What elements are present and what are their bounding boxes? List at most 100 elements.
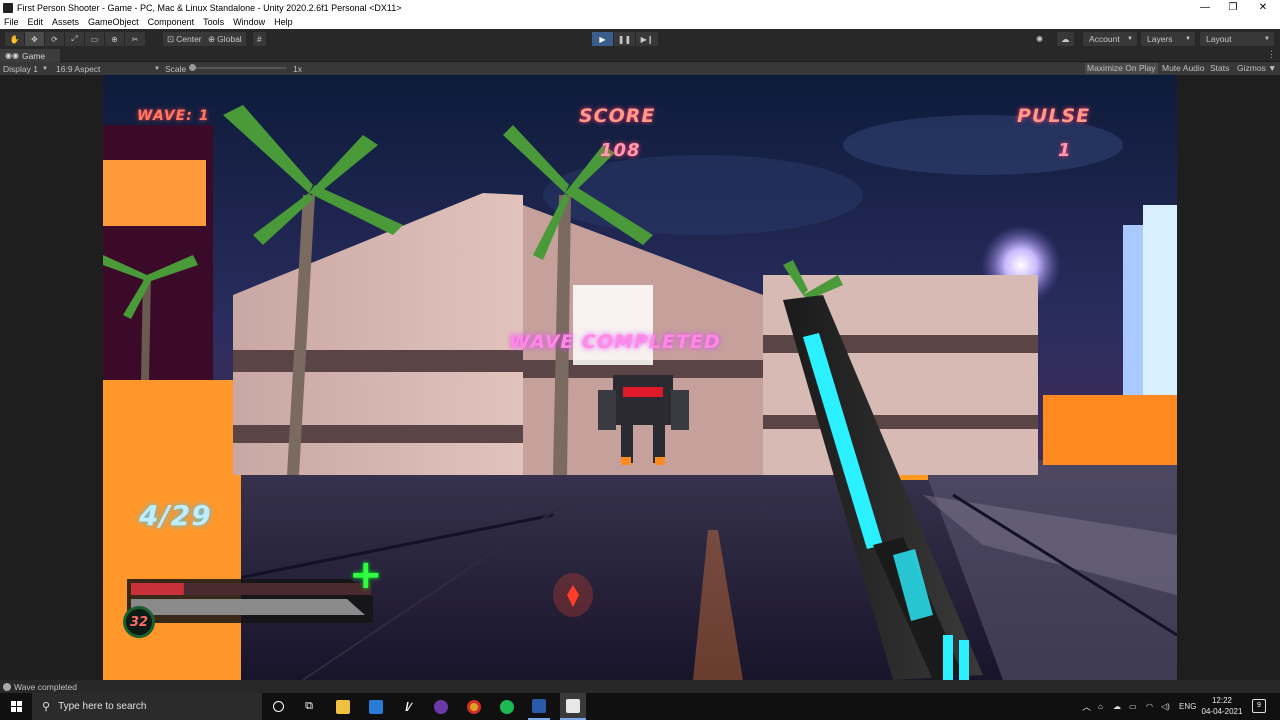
menu-window[interactable]: Window: [233, 17, 265, 27]
chevron-down-icon: ▼: [154, 65, 160, 72]
pivot-label: Center: [176, 34, 202, 44]
status-message: Wave completed: [14, 681, 77, 692]
menu-assets[interactable]: Assets: [52, 17, 79, 27]
maximize-on-play-toggle[interactable]: Maximize On Play: [1085, 63, 1158, 74]
health-bar-fill: [131, 583, 184, 595]
account-dropdown[interactable]: Account ▼: [1083, 32, 1137, 46]
health-value: 32: [123, 606, 155, 638]
step-button[interactable]: ▶❙: [636, 32, 658, 46]
word-icon[interactable]: [528, 693, 550, 720]
chrome-dev-icon[interactable]: [431, 693, 451, 720]
menu-file[interactable]: File: [4, 17, 19, 27]
layout-label: Layout: [1206, 34, 1232, 44]
window-title: First Person Shooter - Game - PC, Mac & …: [17, 2, 402, 13]
menu-component[interactable]: Component: [148, 17, 195, 27]
pause-button[interactable]: ❚❚: [614, 32, 636, 46]
windows-taskbar: ⚲ Type here to search ⧉ /∕ ︿ ⌂ ☁ ▭ ◠ ◁) …: [0, 693, 1280, 720]
spotify-icon[interactable]: [497, 693, 517, 720]
info-icon: [3, 682, 11, 691]
tab-bar: ◉◉ Game ⋮: [0, 49, 1280, 62]
transform-tools: ✋ ✥ ⟳ ⤢ ▭ ⊕ ✂: [5, 32, 145, 46]
language-indicator[interactable]: ENG: [1179, 693, 1196, 720]
battery-icon[interactable]: ▭: [1129, 693, 1137, 720]
game-viewport[interactable]: WAVE: 1 SCORE 108 PULSE 1 WAVE COMPLETED…: [103, 75, 1177, 680]
taskbar-clock[interactable]: 12:22 04-04-2021: [1196, 695, 1248, 717]
tray-device-icon[interactable]: ⌂: [1098, 693, 1103, 720]
play-button[interactable]: ▶: [592, 32, 614, 46]
scale-slider-handle[interactable]: [189, 64, 196, 71]
task-view-icon[interactable]: ⧉: [298, 693, 320, 720]
hand-tool-icon[interactable]: ✋: [5, 32, 25, 46]
tray-overflow-icon[interactable]: ︿: [1082, 693, 1091, 720]
unity-taskbar-icon[interactable]: [560, 693, 586, 720]
display-label: Display 1: [3, 63, 38, 74]
stats-toggle[interactable]: Stats: [1210, 63, 1229, 74]
cortana-icon[interactable]: [268, 693, 288, 720]
tab-game[interactable]: ◉◉ Game: [0, 49, 60, 62]
gizmos-dropdown-icon[interactable]: ▼: [1268, 63, 1276, 74]
minimize-button[interactable]: —: [1190, 0, 1220, 15]
menu-help[interactable]: Help: [274, 17, 293, 27]
menu-edit[interactable]: Edit: [28, 17, 44, 27]
move-tool-icon[interactable]: ✥: [25, 32, 45, 46]
unity-logo-icon: [3, 2, 13, 13]
wave-counter: WAVE: 1: [137, 108, 210, 124]
cloud-icon[interactable]: ☁: [1057, 32, 1074, 46]
score-label: SCORE: [579, 105, 656, 127]
scale-label: Scale: [165, 63, 187, 74]
transform-tool-icon[interactable]: ⊕: [105, 32, 125, 46]
wifi-icon[interactable]: ◠: [1146, 693, 1153, 720]
scale-tool-icon[interactable]: ⤢: [65, 32, 85, 46]
pen-app-icon[interactable]: /∕: [398, 693, 418, 720]
search-placeholder: Type here to search: [58, 701, 147, 712]
layout-dropdown[interactable]: Layout ▼: [1200, 32, 1274, 46]
mute-audio-toggle[interactable]: Mute Audio: [1162, 63, 1205, 74]
layers-dropdown[interactable]: Layers ▼: [1141, 32, 1195, 46]
game-scene: [103, 75, 1177, 680]
rotate-tool-icon[interactable]: ⟳: [45, 32, 65, 46]
mail-icon[interactable]: [366, 693, 386, 720]
menu-bar: File Edit Assets GameObject Component To…: [0, 15, 1280, 29]
score-value: 108: [600, 140, 641, 161]
notification-center-icon[interactable]: 9: [1252, 699, 1266, 713]
search-icon: ⚲: [42, 701, 51, 713]
volume-icon[interactable]: ◁): [1161, 693, 1170, 720]
pivot-center-button[interactable]: ⊡ Center: [163, 32, 206, 46]
console-status-bar[interactable]: Wave completed: [0, 680, 1280, 693]
chevron-down-icon: ▼: [1264, 36, 1270, 42]
grid-icon: #: [257, 34, 262, 44]
menu-gameobject[interactable]: GameObject: [88, 17, 139, 27]
pulse-value: 1: [1058, 140, 1072, 161]
custom-tool-icon[interactable]: ✂: [125, 32, 145, 46]
maximize-button[interactable]: ❐: [1218, 0, 1248, 15]
onedrive-icon[interactable]: ☁: [1113, 693, 1121, 720]
gizmos-toggle[interactable]: Gizmos: [1237, 63, 1266, 74]
handle-label: Global: [217, 34, 242, 44]
heal-plus-icon: +: [349, 552, 383, 598]
grid-snap-button[interactable]: #: [253, 32, 266, 46]
gamepad-icon: ◉◉: [5, 51, 19, 60]
rect-tool-icon[interactable]: ▭: [85, 32, 105, 46]
start-button[interactable]: [0, 693, 32, 720]
windows-logo-icon: [10, 701, 22, 712]
collab-icon[interactable]: ✺: [1032, 32, 1047, 46]
pulse-label: PULSE: [1017, 105, 1091, 127]
game-view-toolbar: Display 1 ▼ 16:9 Aspect ▼ Scale 1x Maximiz…: [0, 62, 1280, 75]
file-explorer-icon[interactable]: [333, 693, 353, 720]
close-button[interactable]: ✕: [1248, 0, 1278, 15]
aspect-dropdown[interactable]: 16:9 Aspect ▼: [56, 63, 160, 74]
global-handle-button[interactable]: ⊕ Global: [204, 32, 246, 46]
title-bar: First Person Shooter - Game - PC, Mac & …: [0, 0, 1280, 15]
menu-tools[interactable]: Tools: [203, 17, 224, 27]
scale-slider-track[interactable]: [192, 67, 286, 69]
chevron-down-icon: ▼: [1127, 36, 1133, 42]
scale-value: 1x: [293, 63, 302, 74]
chrome-icon[interactable]: [464, 693, 484, 720]
globe-icon: ⊕: [208, 33, 216, 44]
wave-completed-message: WAVE COMPLETED: [509, 331, 721, 353]
taskbar-search[interactable]: ⚲ Type here to search: [32, 693, 262, 720]
display-dropdown[interactable]: Display 1 ▼: [3, 63, 48, 74]
layers-label: Layers: [1147, 34, 1173, 44]
clock-date: 04-04-2021: [1201, 707, 1243, 716]
tab-menu-icon[interactable]: ⋮: [1267, 49, 1276, 60]
